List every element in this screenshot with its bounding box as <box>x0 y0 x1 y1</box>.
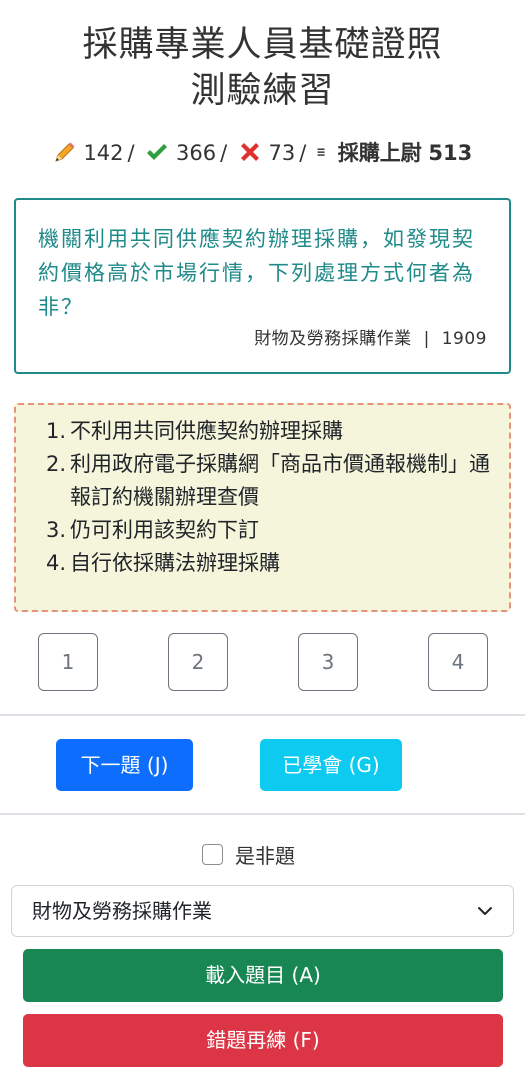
true-false-checkbox[interactable] <box>202 843 223 865</box>
option-item: 2. 利用政府電子採購網「商品市價通報機制」通報訂約機關辦理查價 <box>46 448 499 514</box>
option-number: 1. <box>46 419 67 443</box>
option-number: 2. <box>46 452 67 476</box>
cross-icon <box>240 143 259 161</box>
question-divider: | <box>423 329 430 349</box>
pencil-icon <box>54 142 75 162</box>
stat-separator: / <box>127 141 135 165</box>
answer-button-2[interactable]: 2 <box>168 633 228 691</box>
page-title-line2: 測驗練習 <box>190 71 335 111</box>
retry-wrong-button[interactable]: 錯題再練 (F) <box>23 1014 503 1067</box>
menu-icon <box>317 148 325 156</box>
true-false-label: 是非題 <box>235 843 295 868</box>
question-number: 1909 <box>441 329 487 349</box>
divider <box>0 714 525 716</box>
option-text: 仍可利用該契約下訂 <box>70 518 259 542</box>
answer-button-1[interactable]: 1 <box>38 633 98 691</box>
options-list: 1. 不利用共同供應契約辦理採購 2. 利用政府電子採購網「商品市價通報機制」通… <box>14 403 511 612</box>
page-title: 採購專業人員基礎證照 測驗練習 <box>0 22 525 114</box>
stat-separator: / <box>299 141 307 165</box>
stat-score: 513 <box>428 141 473 165</box>
option-number: 4. <box>46 551 67 575</box>
question-text: 機關利用共同供應契約辦理採購，如發現契約價格高於市場行情，下列處理方式何者為非？ <box>38 227 475 319</box>
stat-wrong: 73 <box>268 141 296 165</box>
learned-button[interactable]: 已學會 (G) <box>260 739 402 791</box>
option-item: 1. 不利用共同供應契約辦理採購 <box>46 415 499 448</box>
question-meta: 財物及勞務採購作業 | 1909 <box>254 324 487 349</box>
divider <box>0 813 525 815</box>
option-item: 4. 自行依採購法辦理採購 <box>46 547 499 580</box>
page-title-line1: 採購專業人員基礎證照 <box>82 25 443 65</box>
answer-button-4[interactable]: 4 <box>428 633 488 691</box>
stat-attempted: 142 <box>83 141 124 165</box>
load-questions-button[interactable]: 載入題目 (A) <box>23 949 503 1002</box>
chevron-down-icon <box>478 907 492 915</box>
stat-separator: / <box>220 141 228 165</box>
stat-correct: 366 <box>175 141 217 165</box>
next-question-button[interactable]: 下一題 (J) <box>56 739 193 791</box>
stat-rank: 採購上尉 <box>337 141 422 165</box>
option-item: 3. 仍可利用該契約下訂 <box>46 514 499 547</box>
answer-button-3[interactable]: 3 <box>298 633 358 691</box>
true-false-toggle[interactable]: 是非題 <box>202 842 295 868</box>
option-number: 3. <box>46 518 67 542</box>
category-select[interactable]: 財物及勞務採購作業 <box>11 885 514 937</box>
question-card: 機關利用共同供應契約辦理採購，如發現契約價格高於市場行情，下列處理方式何者為非？… <box>14 198 511 374</box>
option-text: 不利用共同供應契約辦理採購 <box>70 419 343 443</box>
option-text: 自行依採購法辦理採購 <box>70 551 280 575</box>
category-select-value: 財物及勞務採購作業 <box>32 899 212 923</box>
option-text: 利用政府電子採購網「商品市價通報機制」通報訂約機關辦理查價 <box>70 452 490 509</box>
check-icon <box>147 144 168 160</box>
stats-bar: 142/ 366/ 73/ 採購上尉 513 <box>0 138 525 168</box>
question-category: 財物及勞務採購作業 <box>254 329 412 349</box>
